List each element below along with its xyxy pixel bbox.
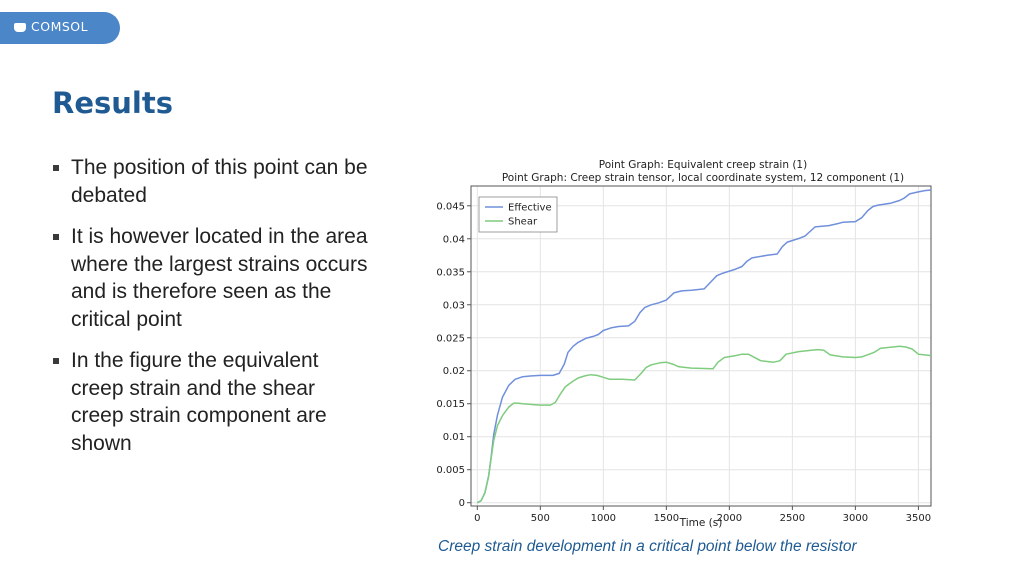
logo-text: COMSOL	[31, 19, 89, 34]
y-tick-label: 0.01	[443, 432, 465, 443]
legend-label-effective: Effective	[508, 203, 552, 214]
chart-subtitle: Point Graph: Creep strain tensor, local …	[502, 172, 904, 184]
bullet-item: The position of this point can be debate…	[52, 154, 372, 209]
creep-strain-chart: Point Graph: Equivalent creep strain (1)…	[436, 159, 932, 529]
bullet-square-icon	[53, 165, 59, 171]
bullet-square-icon	[53, 234, 59, 240]
y-tick-label: 0.025	[436, 333, 465, 344]
y-tick-label: 0.03	[443, 300, 465, 311]
grid	[471, 186, 931, 506]
y-tick-label: 0.035	[436, 267, 465, 278]
y-tick-label: 0.045	[436, 201, 465, 212]
bullet-text: The position of this point can be debate…	[71, 156, 368, 207]
bullet-text: It is however located in the area where …	[71, 225, 368, 331]
x-tick-label: 0	[474, 513, 480, 524]
axis-ticks: 0 500 1000 1500 2000 2500 3000 350000.0050.010.…	[436, 201, 931, 524]
series-lines	[476, 189, 932, 504]
bullet-list: The position of this point can be debate…	[52, 154, 372, 471]
series-line-shear	[476, 345, 932, 504]
bullet-item: In the figure the equivalent creep strai…	[52, 347, 372, 457]
y-tick-label: 0.015	[436, 399, 465, 410]
x-tick-label: 2500	[780, 513, 805, 524]
comsol-logo-icon	[14, 23, 26, 32]
legend-label-shear: Shear	[508, 217, 538, 228]
chart-title: Point Graph: Equivalent creep strain (1)	[599, 159, 807, 171]
x-tick-label: 1500	[654, 513, 679, 524]
x-axis-label: Time (s)	[679, 517, 723, 529]
legend: Effective Shear	[478, 196, 558, 233]
x-tick-label: 1000	[591, 513, 616, 524]
y-tick-label: 0.005	[436, 465, 465, 476]
y-tick-label: 0.04	[443, 234, 465, 245]
x-tick-label: 500	[531, 513, 550, 524]
figure-caption: Creep strain development in a critical p…	[438, 538, 857, 555]
bullet-text: In the figure the equivalent creep strai…	[71, 349, 327, 455]
bullet-square-icon	[53, 358, 59, 364]
x-tick-label: 3000	[843, 513, 868, 524]
comsol-logo: COMSOL	[0, 12, 120, 44]
x-tick-label: 3500	[906, 513, 931, 524]
y-tick-label: 0.02	[443, 366, 465, 377]
y-tick-label: 0	[459, 498, 465, 509]
series-line-effective	[476, 189, 932, 504]
slide-title: Results	[52, 86, 173, 120]
bullet-item: It is however located in the area where …	[52, 223, 372, 333]
